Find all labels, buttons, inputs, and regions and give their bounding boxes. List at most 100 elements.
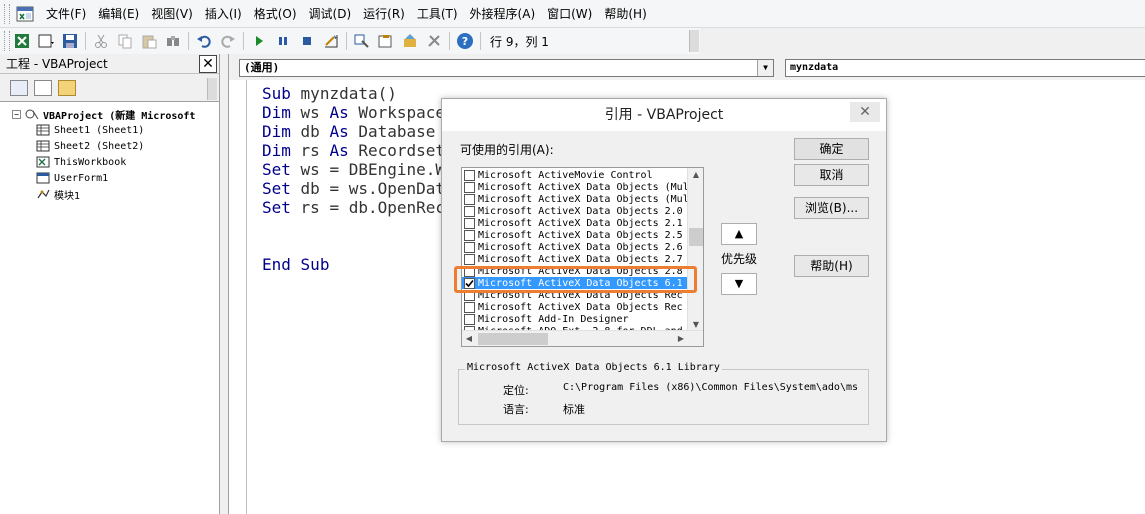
toolbar-separator [188, 32, 189, 50]
toolbar-overflow-chevron[interactable] [689, 30, 699, 52]
tree-item[interactable]: 模块1 [12, 186, 219, 202]
tree-item-label: Sheet2 (Sheet2) [54, 140, 145, 152]
horizontal-scroll-thumb[interactable] [478, 333, 548, 345]
project-pane-close-button[interactable]: ✕ [199, 55, 217, 73]
reference-checkbox[interactable] [464, 217, 475, 229]
tree-item[interactable]: Sheet2 (Sheet2) [12, 138, 219, 154]
menu-item[interactable]: 视图(V) [145, 0, 199, 28]
menu-item[interactable]: 格式(O) [248, 0, 303, 28]
reference-list-item[interactable]: Microsoft ActiveX Data Objects 2.5 [462, 229, 687, 241]
reset-icon[interactable] [296, 30, 318, 52]
reference-checkbox[interactable] [464, 205, 475, 217]
menu-item[interactable]: 运行(R) [357, 0, 411, 28]
tree-item[interactable]: ThisWorkbook [12, 154, 219, 170]
cancel-button[interactable]: 取消 [794, 164, 869, 186]
redo-icon[interactable] [217, 30, 239, 52]
workbook-icon [36, 156, 50, 168]
chevron-down-icon[interactable]: ▼ [757, 60, 773, 76]
copy-icon[interactable] [114, 30, 136, 52]
menu-item[interactable]: 插入(I) [199, 0, 248, 28]
reference-list-item[interactable]: Microsoft ActiveX Data Objects (Mul [462, 181, 687, 193]
view-code-icon[interactable] [10, 79, 28, 96]
menu-item[interactable]: 帮助(H) [598, 0, 652, 28]
project-pane-toolbar [0, 74, 219, 102]
menu-item[interactable]: 调试(D) [303, 0, 358, 28]
break-icon[interactable] [272, 30, 294, 52]
reference-list-item[interactable]: Microsoft ActiveX Data Objects 2.0 [462, 205, 687, 217]
references-dialog: 引用 - VBAProject ✕ 可使用的引用(A): Microsoft A… [441, 98, 887, 442]
tree-expander-icon[interactable]: − [12, 109, 21, 119]
menu-item[interactable]: 文件(F) [40, 0, 92, 28]
procedure-combobox[interactable]: mynzdata [785, 59, 1145, 77]
reference-label: Microsoft ActiveX Data Objects 2.6 [478, 241, 683, 253]
toolbar-separator [346, 32, 347, 50]
design-mode-icon[interactable] [320, 30, 342, 52]
tree-item[interactable]: − VBAProject (新建 Microsoft [12, 106, 219, 122]
references-vertical-scrollbar[interactable]: ▲ ▼ [687, 168, 703, 332]
priority-up-button[interactable]: ▲ [721, 223, 757, 245]
browse-button[interactable]: 浏览(B)... [794, 197, 869, 219]
properties-window-icon[interactable] [375, 30, 397, 52]
reference-list-item[interactable]: Microsoft Add-In Designer [462, 313, 687, 325]
reference-list-item[interactable]: Microsoft ActiveMovie Control [462, 169, 687, 181]
references-horizontal-scrollbar[interactable]: ◀ ▶ [462, 330, 703, 346]
scroll-left-icon[interactable]: ◀ [462, 331, 476, 346]
reference-label: Microsoft ActiveX Data Objects 2.0 [478, 205, 683, 217]
insert-userform-icon[interactable] [35, 30, 57, 52]
menu-item[interactable]: 外接程序(A) [464, 0, 542, 28]
reference-checkbox[interactable] [464, 253, 475, 265]
reference-list-item[interactable]: Microsoft ActiveX Data Objects 2.7 [462, 253, 687, 265]
scroll-right-icon[interactable]: ▶ [674, 331, 688, 346]
vertical-scroll-thumb[interactable] [689, 228, 703, 246]
project-explorer-icon[interactable] [351, 30, 373, 52]
reference-checkbox[interactable] [464, 181, 475, 193]
cut-icon[interactable] [90, 30, 112, 52]
object-browser-icon[interactable] [399, 30, 421, 52]
view-object-icon[interactable] [34, 79, 52, 96]
code-margin-indicator-bar[interactable] [229, 80, 247, 514]
reference-checkbox[interactable] [464, 241, 475, 253]
reference-checkbox[interactable] [464, 193, 475, 205]
reference-list-item[interactable]: Microsoft ActiveX Data Objects 2.1 [462, 217, 687, 229]
menu-grip[interactable] [4, 3, 10, 24]
priority-down-button[interactable]: ▼ [721, 273, 757, 295]
menu-item[interactable]: 编辑(E) [92, 0, 145, 28]
references-listbox[interactable]: Microsoft ActiveMovie Control Microsoft A… [461, 167, 704, 347]
excel-app-icon[interactable] [16, 5, 34, 23]
reference-label: Microsoft ActiveX Data Objects 2.7 [478, 253, 683, 265]
menu-item[interactable]: 工具(T) [411, 0, 464, 28]
dialog-close-button[interactable]: ✕ [850, 102, 880, 122]
tree-item-label: 模块1 [54, 190, 81, 202]
reference-list-item[interactable]: Microsoft ActiveX Data Objects (Mul [462, 193, 687, 205]
toolbar-separator [243, 32, 244, 50]
scroll-up-icon[interactable]: ▲ [688, 168, 703, 182]
toggle-folders-icon[interactable] [58, 79, 76, 96]
pane-toolbar-overflow-chevron[interactable] [207, 78, 217, 100]
reference-checkbox[interactable] [464, 301, 475, 313]
help-icon[interactable]: ? [454, 30, 476, 52]
tree-item[interactable]: Sheet1 (Sheet1) [12, 122, 219, 138]
toolbar-grip[interactable] [4, 31, 10, 51]
undo-icon[interactable] [193, 30, 215, 52]
tree-item[interactable]: UserForm1 [12, 170, 219, 186]
reference-checkbox[interactable] [464, 229, 475, 241]
menu-item[interactable]: 窗口(W) [541, 0, 598, 28]
reference-checkbox[interactable] [464, 313, 475, 325]
paste-icon[interactable] [138, 30, 160, 52]
object-combobox[interactable]: (通用) ▼ [239, 59, 774, 77]
location-value: C:\Program Files (x86)\Common Files\Syst… [563, 382, 857, 393]
ok-button[interactable]: 确定 [794, 138, 869, 160]
reference-checkbox[interactable] [464, 169, 475, 181]
view-excel-icon[interactable] [11, 30, 33, 52]
reference-label: Microsoft ActiveX Data Objects (Mul [478, 193, 687, 205]
save-icon[interactable] [59, 30, 81, 52]
cursor-position-status: 行 9，列 1 [490, 34, 549, 49]
reference-list-item[interactable]: Microsoft ActiveX Data Objects Rec [462, 301, 687, 313]
object-combobox-value: (通用) [244, 61, 280, 74]
help-button[interactable]: 帮助(H) [794, 255, 869, 277]
find-icon[interactable] [162, 30, 184, 52]
toolbox-icon[interactable] [423, 30, 445, 52]
reference-list-item[interactable]: Microsoft ActiveX Data Objects 2.6 [462, 241, 687, 253]
run-icon[interactable] [248, 30, 270, 52]
available-references-label: 可使用的引用(A): [460, 143, 554, 157]
